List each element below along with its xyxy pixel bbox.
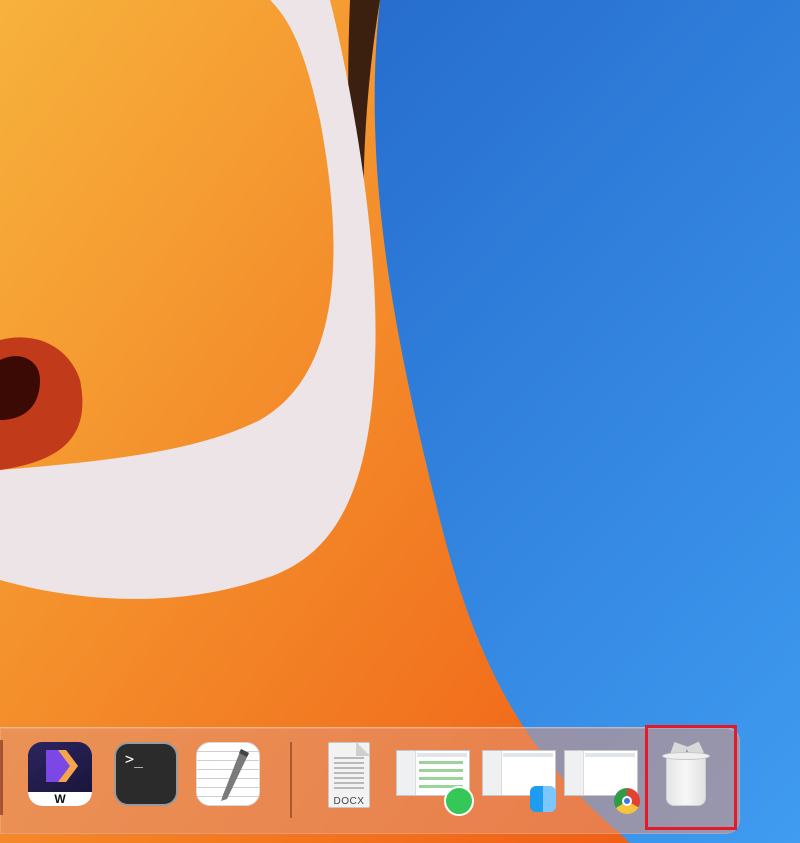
chrome-icon	[614, 788, 640, 814]
terminal-icon: >_	[114, 742, 178, 806]
terminal-prompt: >_	[125, 750, 144, 768]
document-type-label: DOCX	[333, 796, 365, 807]
dock-item-whatsapp-window[interactable]	[396, 740, 474, 816]
desktop-wallpaper	[0, 0, 800, 843]
finder-icon	[530, 786, 556, 812]
dock-item-textedit[interactable]	[194, 740, 262, 816]
dock-item-filmora[interactable]: W	[26, 740, 94, 816]
trash-highlight-box	[645, 725, 737, 830]
dock-left-separator	[0, 740, 3, 815]
dock-separator	[290, 742, 292, 818]
filmora-icon: W	[28, 742, 92, 806]
dock-item-terminal[interactable]: >_	[112, 740, 180, 816]
dock-item-finder-window[interactable]	[482, 740, 556, 816]
dock-item-docx-document[interactable]: DOCX	[314, 740, 382, 816]
whatsapp-icon	[444, 786, 474, 816]
textedit-icon	[196, 742, 260, 806]
dock-item-chrome-window[interactable]	[564, 740, 640, 816]
filmora-glyph: W	[54, 792, 66, 806]
